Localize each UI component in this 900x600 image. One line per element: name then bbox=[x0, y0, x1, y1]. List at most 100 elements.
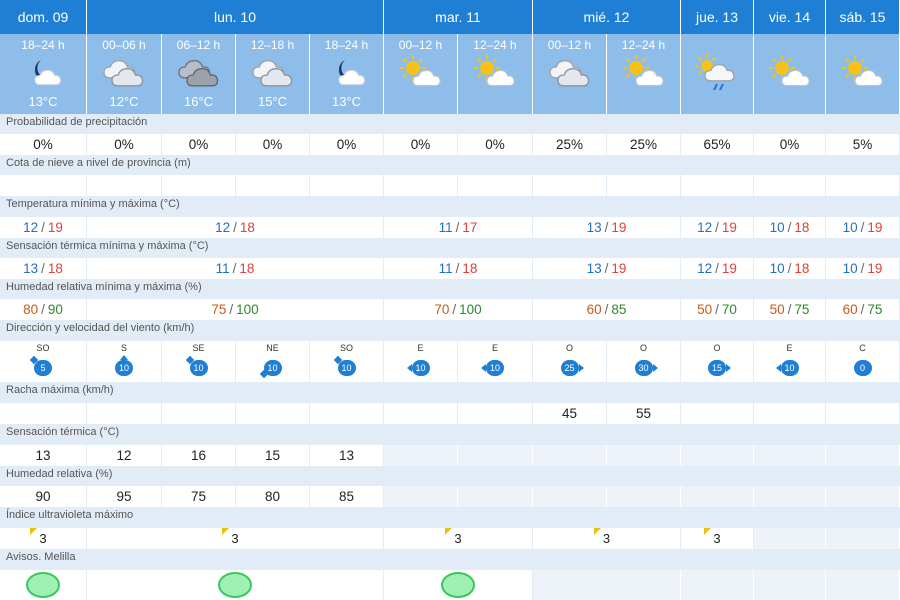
row-label-sens: Sensación térmica mínima y máxima (°C) bbox=[0, 238, 900, 258]
gust-cell bbox=[681, 403, 754, 424]
feels-like-value: 12 bbox=[116, 448, 132, 463]
max-value: 17 bbox=[462, 220, 478, 235]
feels-like-cell: 12 bbox=[87, 445, 162, 466]
separator: / bbox=[455, 261, 460, 276]
rel-humidity-value: 85 bbox=[338, 489, 355, 504]
snow-level-cell bbox=[162, 175, 236, 196]
day-header: lun. 10 bbox=[87, 0, 384, 34]
uv-flag-icon bbox=[704, 528, 712, 535]
feels-like-value: 13 bbox=[338, 448, 355, 463]
period-temp: 15°C bbox=[257, 94, 288, 109]
wind-speed-badge: 0 bbox=[853, 360, 872, 376]
precip-value: 0% bbox=[336, 137, 357, 152]
precip-cell: 5% bbox=[826, 134, 900, 155]
wind-direction: O bbox=[565, 343, 573, 353]
precip-value: 0% bbox=[33, 137, 53, 152]
wind-cell: SO 5 bbox=[0, 341, 87, 382]
wind-arrow-icon bbox=[29, 355, 39, 365]
wind-speed-badge: 10 bbox=[406, 360, 430, 376]
sens-cell: 11/18 bbox=[87, 258, 384, 279]
row-label-text: Probabilidad de precipitación bbox=[6, 116, 148, 128]
period-label: 00–12 h bbox=[547, 38, 592, 52]
wind-speed-badge: 10 bbox=[259, 360, 282, 379]
separator: / bbox=[604, 261, 609, 276]
max-value: 19 bbox=[867, 261, 883, 276]
min-value: 70 bbox=[434, 302, 450, 317]
max-value: 19 bbox=[611, 261, 627, 276]
period-label: 00–06 h bbox=[102, 38, 146, 52]
row-label-text: Avisos. Melilla bbox=[6, 551, 76, 563]
wind-cell: NE 10 bbox=[236, 341, 310, 382]
period-cell: 00–12 h bbox=[384, 34, 458, 114]
rel-humidity-cell: 85 bbox=[310, 486, 384, 507]
wind-direction: SE bbox=[192, 343, 205, 353]
wind-arrow-icon bbox=[120, 355, 128, 360]
period-label: 12–24 h bbox=[473, 38, 517, 52]
rel-humidity-cell bbox=[384, 486, 458, 507]
precip-value: 0% bbox=[779, 137, 800, 152]
wind-direction: O bbox=[639, 343, 647, 353]
uv-cell: 3 bbox=[0, 528, 87, 549]
precip-cell: 65% bbox=[681, 134, 754, 155]
separator: / bbox=[41, 220, 45, 235]
snow-level-cell bbox=[607, 175, 681, 196]
day-header: vie. 14 bbox=[754, 0, 826, 34]
temp-cell: 11/17 bbox=[384, 217, 533, 238]
wind-direction: E bbox=[491, 343, 498, 353]
max-value: 19 bbox=[867, 220, 883, 235]
rel-humidity-cell bbox=[533, 486, 607, 507]
warning-cell bbox=[754, 570, 826, 600]
day-label: lun. 10 bbox=[213, 9, 257, 25]
rel-humidity-cell: 75 bbox=[162, 486, 236, 507]
precip-value: 0% bbox=[114, 137, 134, 152]
gust-cell bbox=[236, 403, 310, 424]
sens-cell: 13/18 bbox=[0, 258, 87, 279]
max-value: 18 bbox=[462, 261, 478, 276]
temp-cell: 10/19 bbox=[826, 217, 900, 238]
period-cell: 06–12 h 16°C bbox=[162, 34, 236, 114]
wind-speed: 30 bbox=[638, 363, 649, 373]
day-label: mié. 12 bbox=[583, 9, 630, 25]
max-value: 18 bbox=[239, 261, 255, 276]
uv-number: 3 bbox=[602, 531, 611, 546]
gust-cell bbox=[384, 403, 458, 424]
precip-cell: 0% bbox=[162, 134, 236, 155]
snow-level-cell bbox=[826, 175, 900, 196]
separator: / bbox=[41, 261, 45, 276]
min-value: 11 bbox=[215, 261, 230, 276]
separator: / bbox=[452, 302, 457, 317]
uv-cell: 3 bbox=[384, 528, 533, 549]
period-label: 12–24 h bbox=[621, 38, 666, 52]
rel-humidity-cell bbox=[681, 486, 754, 507]
snow-level-cell bbox=[87, 175, 162, 196]
rel-humidity-value: 95 bbox=[116, 489, 132, 504]
separator: / bbox=[604, 302, 609, 317]
uv-value: 3 bbox=[445, 528, 462, 546]
wind-speed: 10 bbox=[489, 363, 500, 373]
wind-cell: O 30 bbox=[607, 341, 681, 382]
wind-arrow-icon bbox=[185, 355, 194, 365]
gust-cell bbox=[458, 403, 533, 424]
dark-cloud-icon bbox=[177, 54, 221, 90]
gust-cell: 55 bbox=[607, 403, 681, 424]
max-value: 18 bbox=[239, 220, 255, 235]
sun-cloud-icon bbox=[622, 54, 666, 90]
row-label-text: Cota de nieve a nivel de provincia (m) bbox=[6, 157, 191, 169]
separator: / bbox=[455, 220, 460, 235]
wind-direction: E bbox=[786, 343, 793, 353]
rel-humidity-cell bbox=[754, 486, 826, 507]
row-label-avisos: Avisos. Melilla bbox=[0, 549, 900, 570]
rain-cloud-icon bbox=[695, 54, 739, 91]
wind-direction: SO bbox=[36, 343, 50, 353]
max-value: 18 bbox=[794, 220, 810, 235]
temp-cell: 12/18 bbox=[87, 217, 384, 238]
wind-direction: NE bbox=[266, 343, 279, 353]
gust-value: 55 bbox=[635, 406, 652, 421]
precip-value: 0% bbox=[410, 137, 431, 152]
day-header: mié. 12 bbox=[533, 0, 681, 34]
min-value: 10 bbox=[769, 261, 785, 276]
rel-humidity-cell bbox=[826, 486, 900, 507]
period-cell bbox=[826, 34, 900, 114]
wind-speed: 10 bbox=[267, 363, 278, 373]
gust-cell bbox=[162, 403, 236, 424]
